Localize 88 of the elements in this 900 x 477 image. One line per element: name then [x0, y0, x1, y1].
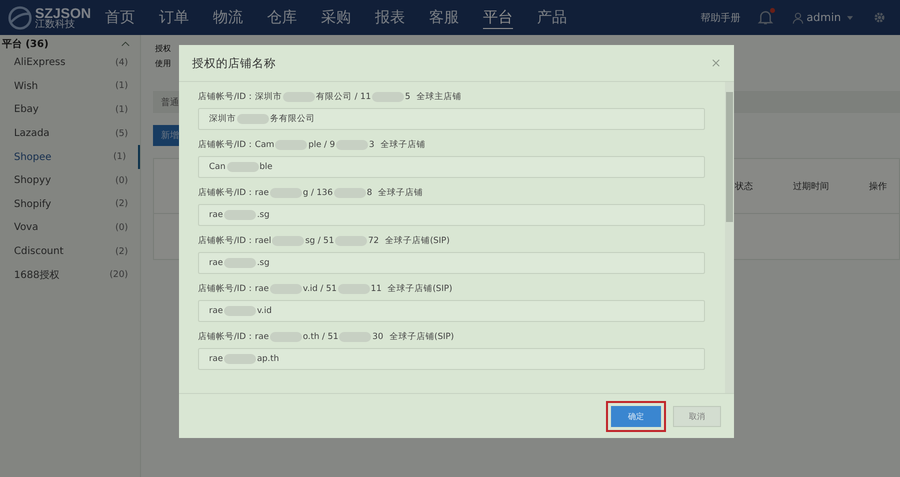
column-header: 状态 — [735, 180, 753, 192]
sidebar-item[interactable]: Shopyy (0) — [0, 168, 140, 193]
blurred-text — [224, 306, 256, 316]
nav-tab[interactable]: 物流 — [201, 0, 255, 35]
store-name-field[interactable]: Can ble — [198, 156, 705, 178]
blurred-text — [224, 354, 256, 364]
store-name-field[interactable]: rae ap.th — [198, 348, 705, 370]
field-value: Can — [209, 162, 226, 172]
column-header: 操作 — [869, 180, 887, 192]
close-icon[interactable] — [712, 59, 720, 67]
chevron-icon[interactable] — [121, 41, 130, 47]
field-value: rae — [209, 258, 223, 268]
bell-icon[interactable] — [756, 9, 774, 26]
sidebar-item[interactable]: Cdiscount (2) — [0, 240, 140, 264]
store-label: 11 — [370, 284, 382, 294]
blurred-text — [224, 258, 256, 268]
blurred-text — [237, 114, 269, 124]
store-name-field[interactable]: rae .sg — [198, 252, 705, 274]
sidebar-title: 平台 (36) — [2, 38, 49, 51]
sidebar-item[interactable]: Ebay (1) — [0, 98, 140, 122]
store-label: 店铺帐号/ID：rae — [198, 331, 269, 343]
field-value: .sg — [256, 258, 270, 268]
nav-tab[interactable]: 首页 — [93, 0, 147, 35]
cancel-button[interactable]: 取消 — [673, 406, 721, 426]
store-name-field[interactable]: rae .sg — [198, 204, 705, 226]
store-name-field[interactable]: 深圳市 务有限公司 — [198, 108, 705, 130]
store-type: 全球子店铺(SIP) — [388, 283, 452, 295]
sidebar-item[interactable]: Wish (1) — [0, 74, 140, 98]
store-label: 店铺帐号/ID：深圳市 — [198, 91, 282, 103]
store-type: 全球子店铺(SIP) — [389, 331, 454, 343]
store-label: 店铺帐号/ID：rae — [198, 187, 269, 199]
sidebar-item[interactable]: 1688授权 (20) — [0, 263, 140, 287]
field-value: 深圳市 — [209, 113, 236, 125]
store-label: sg / 51 — [305, 236, 334, 246]
store-label: 店铺帐号/ID：rael — [198, 235, 272, 247]
store-label: 3 — [369, 140, 374, 150]
scrollbar[interactable] — [725, 82, 734, 393]
blurred-text — [224, 210, 256, 220]
tab[interactable]: 普通 — [161, 96, 179, 108]
store-label: g / 136 — [302, 188, 333, 198]
help-link[interactable]: 帮助手册 — [700, 10, 741, 24]
nav-tab[interactable]: 采购 — [309, 0, 363, 35]
nav-tab[interactable]: 产品 — [525, 0, 579, 35]
store-label: 30 — [372, 332, 384, 342]
field-value: .sg — [256, 210, 270, 220]
info-text: 使用 — [155, 58, 171, 69]
nav-tab[interactable]: 仓库 — [255, 0, 309, 35]
field-value: rae — [209, 210, 223, 220]
sidebar-item[interactable]: AliExpress (4) — [0, 51, 140, 75]
nav-tab[interactable]: 平台 — [471, 0, 525, 35]
field-value: ble — [260, 162, 273, 172]
field-value: v.id — [256, 306, 272, 316]
store-type: 全球主店铺 — [416, 91, 462, 103]
caret-icon — [847, 16, 853, 20]
settings-icon[interactable] — [873, 11, 886, 24]
store-name-field[interactable]: rae v.id — [198, 300, 705, 322]
logo-text: SZJSON — [35, 6, 92, 20]
nav-tab[interactable]: 报表 — [363, 0, 417, 35]
store-label: o.th / 51 — [302, 332, 338, 342]
store-label: v.id / 51 — [302, 284, 337, 294]
sidebar-item[interactable]: Shopify (2) — [0, 192, 140, 216]
logo-subtitle: 江数科技 — [35, 20, 76, 30]
store-label: ple / 9 — [308, 140, 336, 150]
info-text: 授权 — [155, 43, 171, 54]
sidebar-item[interactable]: Lazada (5) — [0, 122, 140, 146]
store-type: 全球子店铺(SIP) — [384, 235, 450, 247]
column-header: 过期时间 — [793, 180, 829, 192]
nav-tab[interactable]: 订单 — [147, 0, 201, 35]
blurred-text — [226, 162, 259, 172]
confirm-button[interactable]: 确定 — [611, 406, 661, 426]
sidebar-item[interactable]: Vova (0) — [0, 216, 140, 240]
user-menu[interactable]: admin — [806, 11, 841, 24]
store-label: 店铺帐号/ID：rae — [198, 283, 269, 295]
store-label: 有限公司 / 11 — [316, 91, 372, 103]
store-type: 全球子店铺 — [380, 139, 426, 151]
field-value: rae — [209, 354, 223, 364]
store-label: 店铺帐号/ID：Cam — [198, 139, 274, 151]
field-value: 务有限公司 — [270, 113, 315, 125]
dialog-title: 授权的店铺名称 — [192, 56, 276, 70]
field-value: rae — [209, 306, 223, 316]
store-label: 8 — [366, 188, 372, 198]
logo-icon — [8, 6, 32, 30]
store-label: 5 — [405, 92, 410, 102]
user-icon — [792, 12, 804, 24]
store-type: 全球子店铺 — [378, 187, 424, 199]
nav-tab[interactable]: 客服 — [417, 0, 471, 35]
field-value: ap.th — [256, 354, 279, 364]
store-label: 72 — [368, 236, 379, 246]
